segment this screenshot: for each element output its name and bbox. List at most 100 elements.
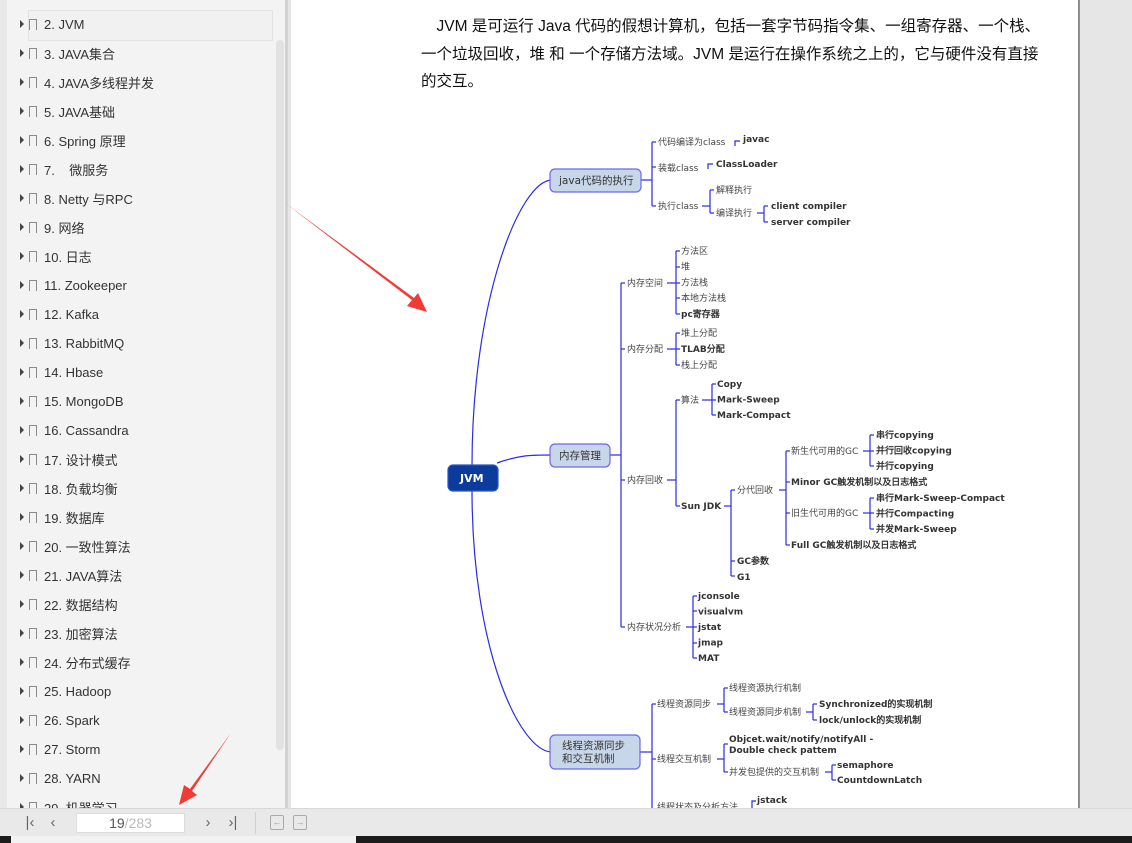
bookmark-item[interactable]: 12. Kafka [20,301,99,327]
first-page-icon: |‹ [25,814,35,831]
mindmap-label: jstack [756,796,788,806]
bookmark-item[interactable]: 10. 日志 [20,243,92,269]
bookmark-icon [29,163,37,176]
mindmap-label: Synchronized的实现机制 [819,698,932,710]
expand-arrow-icon[interactable] [20,658,24,666]
expand-arrow-icon[interactable] [20,49,24,57]
expand-arrow-icon[interactable] [20,281,24,289]
bookmark-item[interactable]: 21. JAVA算法 [20,562,122,588]
bookmark-item[interactable]: 19. 数据库 [20,504,105,530]
expand-arrow-icon[interactable] [20,368,24,376]
mindmap-label: Mark-Compact [717,411,791,421]
mindmap-label: Copy [717,380,742,390]
mindmap-connector [471,489,553,753]
bookmark-item[interactable]: 22. 数据结构 [20,591,118,617]
toolbar-separator [255,812,256,834]
expand-arrow-icon[interactable] [20,194,24,202]
bookmark-label: 24. 分布式缓存 [44,655,131,671]
expand-arrow-icon[interactable] [20,426,24,434]
mindmap-label: Mark-Sweep [717,396,780,406]
expand-arrow-icon[interactable] [20,571,24,579]
expand-arrow-icon[interactable] [20,397,24,405]
expand-arrow-icon[interactable] [20,629,24,637]
bookmark-icon [29,76,37,89]
expand-arrow-icon[interactable] [20,455,24,463]
expand-arrow-icon[interactable] [20,223,24,231]
next-page-icon: › [205,814,211,831]
mindmap-label: Objcet.wait/notify/notifyAll - [729,735,873,745]
expand-arrow-icon[interactable] [20,687,24,695]
bookmark-item[interactable]: 26. Spark [20,707,100,733]
bookmark-item[interactable]: 27. Storm [20,736,100,762]
bookmark-item[interactable]: 17. 设计模式 [20,446,118,472]
expand-arrow-icon[interactable] [20,339,24,347]
bookmark-item[interactable]: 9. 网络 [20,214,84,240]
bookmark-item[interactable]: 14. Hbase [20,359,103,385]
next-page-button[interactable]: › [201,814,215,832]
expand-arrow-icon[interactable] [20,513,24,521]
bookmark-item[interactable]: 2. JVM [20,10,275,41]
mindmap-label: 串行copying [876,429,934,441]
bookmark-label: 7. 微服务 [44,162,109,178]
bookmark-item[interactable]: 28. YARN [20,765,101,791]
expand-arrow-icon[interactable] [20,774,24,782]
expand-arrow-icon[interactable] [20,165,24,173]
bookmark-icon [29,424,37,437]
bookmark-label: 6. Spring 原理 [44,133,126,149]
pdf-reader-app: 2. JVM 3. JAVA集合 4. JAVA多线程并发 5. JAVA基础 6. S… [0,0,1132,843]
expand-arrow-icon[interactable] [20,745,24,753]
bookmark-item[interactable]: 8. Netty 与RPC [20,185,133,211]
expand-arrow-icon[interactable] [20,107,24,115]
bookmark-item[interactable]: 18. 负载均衡 [20,475,118,501]
expand-arrow-icon[interactable] [20,600,24,608]
mindmap-label: 堆上分配 [681,328,717,339]
mindmap-label: G1 [737,573,751,583]
sidebar-scrollbar[interactable] [276,40,284,750]
expand-arrow-icon[interactable] [20,78,24,86]
mindmap-label: 内存分配 [627,343,663,355]
bookmark-icon [29,772,37,785]
expand-arrow-icon[interactable] [20,252,24,260]
expand-arrow-icon[interactable] [20,20,24,28]
bookmark-item[interactable]: 25. Hadoop [20,678,111,704]
bookmark-item[interactable]: 11. Zookeeper [20,272,127,298]
bookmark-item[interactable]: 6. Spring 原理 [20,127,126,153]
bookmark-label: 28. YARN [44,770,101,786]
mindmap-label: 线程资源执行机制 [729,682,801,694]
bookmark-item[interactable]: 3. JAVA集合 [20,40,115,66]
expand-arrow-icon[interactable] [20,803,24,808]
jvm-mind-map: JVM java代码的执行 代码编译为class javac 装载class ClassL… [447,135,1005,808]
bookmark-label: 2. JVM [44,16,85,32]
bookmark-item[interactable]: 5. JAVA基础 [20,98,115,124]
prev-page-button[interactable]: ‹ [46,814,60,832]
bookmark-icon [29,134,37,147]
expand-arrow-icon[interactable] [20,484,24,492]
mindmap-connector [751,800,756,808]
mindmap-label: 堆 [681,262,690,273]
expand-arrow-icon[interactable] [20,542,24,550]
mindmap-branch-label: 线程资源同步 [562,739,625,752]
forward-view-button[interactable]: → [293,815,307,830]
pdf-page: JVM 是可运行 Java 代码的假想计算机，包括一套字节码指令集、一组寄存器、… [291,0,1078,808]
bookmark-item[interactable]: 13. RabbitMQ [20,330,124,356]
bookmark-icon [29,801,37,808]
mindmap-label: 并行copying [876,460,934,472]
expand-arrow-icon[interactable] [20,716,24,724]
back-view-button[interactable]: ← [270,815,284,830]
bookmark-item[interactable]: 24. 分布式缓存 [20,649,131,675]
bookmark-item[interactable]: 7. 微服务 [20,156,108,182]
bookmark-item[interactable]: 4. JAVA多线程并发 [20,69,154,95]
bookmark-label: 17. 设计模式 [44,452,118,468]
last-page-button[interactable]: ›| [225,814,241,832]
bookmark-item[interactable]: 23. 加密算法 [20,620,118,646]
bookmark-item[interactable]: 20. 一致性算法 [20,533,131,559]
bookmark-item[interactable]: 16. Cassandra [20,417,129,443]
bookmark-label: 14. Hbase [44,364,104,380]
bookmark-item[interactable]: 29. 机器学习 [20,794,118,808]
expand-arrow-icon[interactable] [20,310,24,318]
mindmap-label: pc寄存器 [681,308,721,320]
expand-arrow-icon[interactable] [20,136,24,144]
bookmark-item[interactable]: 15. MongoDB [20,388,124,414]
first-page-button[interactable]: |‹ [22,814,38,832]
page-number-input[interactable]: 19/283 [76,813,185,833]
